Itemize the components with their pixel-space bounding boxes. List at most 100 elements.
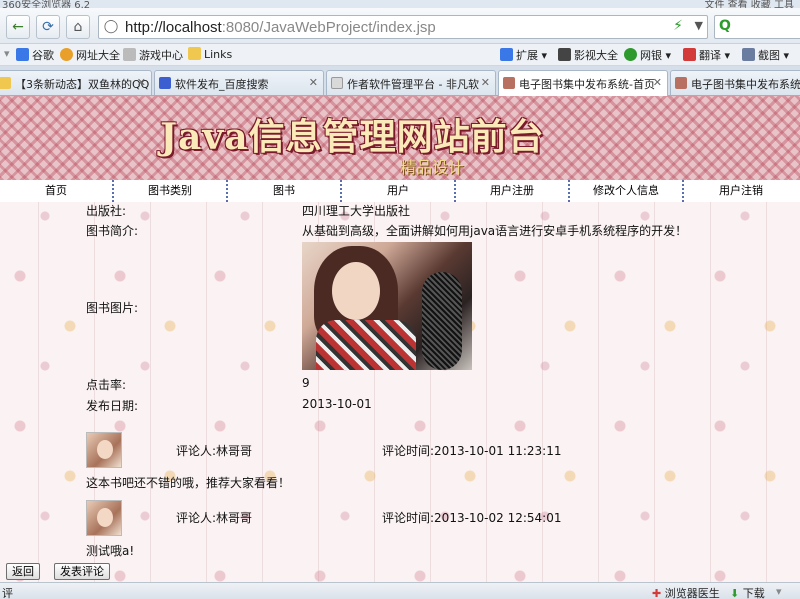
book-image <box>302 242 472 370</box>
clicks-label: 点击率: <box>86 378 127 392</box>
close-icon[interactable]: ✕ <box>653 76 662 89</box>
browser-menu[interactable]: 文件 查看 收藏 工具 <box>704 0 794 8</box>
gamepad-icon <box>123 48 136 61</box>
tab-qq-dynamics[interactable]: 【3条新动态】双鱼林的QQ ✕ <box>0 70 152 95</box>
home-icon[interactable]: ⌂ <box>66 15 90 39</box>
shield-icon: ◯ <box>103 19 119 34</box>
url-text[interactable]: http://localhost:8080/JavaWebProject/ind… <box>125 19 436 36</box>
menu-register[interactable]: 用户注册 <box>456 180 570 202</box>
intro-value: 从基础到高级，全面讲解如何用java语言进行安卓手机系统程序的开发！ <box>302 224 688 238</box>
menu-home[interactable]: 首页 <box>0 180 114 202</box>
bookmark-google[interactable]: 谷歌 <box>16 47 54 63</box>
translate-icon <box>683 48 696 61</box>
lightning-icon[interactable]: ⚡ <box>673 18 683 34</box>
screenshot-button[interactable]: 截图 ▾ <box>742 47 789 63</box>
page-icon <box>331 77 343 89</box>
address-bar[interactable]: ◯ http://localhost:8080/JavaWebProject/i… <box>98 15 708 39</box>
menu-book-category[interactable]: 图书类别 <box>114 180 228 202</box>
google-icon <box>16 48 29 61</box>
post-comment-button[interactable]: 发表评论 <box>54 563 110 580</box>
publisher-value: 四川理工大学出版社 <box>302 204 411 218</box>
image-label: 图书图片: <box>86 301 139 315</box>
toolbar-label: 扩展 <box>516 49 538 62</box>
navigation-bar: ← ⟳ ⌂ ◯ http://localhost:8080/JavaWebPro… <box>0 8 800 44</box>
toolbar-label: 网银 <box>640 49 662 62</box>
tab-author-software[interactable]: 作者软件管理平台 - 非凡软 ✕ <box>326 70 496 95</box>
tab-ebook-home[interactable]: 电子图书集中发布系统-首页 ✕ <box>498 70 668 96</box>
status-label: 下载 <box>742 587 765 599</box>
qq-favicon-icon <box>0 77 11 89</box>
tab-label: 【3条新动态】双鱼林的QQ <box>15 78 150 91</box>
download-button[interactable]: ⬇ 下载 <box>730 585 765 599</box>
page-icon <box>675 77 687 89</box>
grid-icon <box>500 48 513 61</box>
toolbar-label: 截图 <box>758 49 780 62</box>
search-box[interactable]: Q <box>714 15 800 39</box>
image-detail <box>316 320 416 370</box>
extensions-button[interactable]: 扩展 ▾ <box>500 47 547 63</box>
close-icon[interactable]: ✕ <box>137 76 146 89</box>
refresh-icon[interactable]: ⟳ <box>36 15 60 39</box>
bookmark-game-center[interactable]: 游戏中心 <box>123 47 183 63</box>
image-detail <box>422 272 462 370</box>
publisher-label: 出版社: <box>86 204 127 218</box>
tab-baidu-search[interactable]: 软件发布_百度搜索 ✕ <box>154 70 324 95</box>
url-path: :8080/JavaWebProject/index.jsp <box>221 19 436 36</box>
shield-icon <box>624 48 637 61</box>
comment-time: 评论时间:2013-10-01 11:23:11 <box>382 444 562 458</box>
avatar <box>86 500 122 536</box>
comment-text: 测试哦a! <box>86 544 135 558</box>
tab-label: 软件发布_百度搜索 <box>175 78 269 91</box>
bookmarks-menu-icon[interactable]: ▾ <box>4 47 10 60</box>
back-button[interactable]: 返回 <box>6 563 40 580</box>
online-banking-button[interactable]: 网银 ▾ <box>624 47 671 63</box>
status-bar: 评 ✚ 浏览器医生 ⬇ 下载 ▾ <box>0 582 800 599</box>
tab-strip: 【3条新动态】双鱼林的QQ ✕ 软件发布_百度搜索 ✕ 作者软件管理平台 - 非… <box>0 66 800 96</box>
image-detail <box>332 262 380 320</box>
date-value: 2013-10-01 <box>302 397 372 411</box>
film-icon <box>558 48 571 61</box>
clicks-value: 9 <box>302 376 310 390</box>
browser-doctor-button[interactable]: ✚ 浏览器医生 <box>652 585 720 599</box>
bookmark-label: 网址大全 <box>76 49 120 62</box>
bookmark-links[interactable]: Links <box>188 47 232 61</box>
avatar-face <box>97 440 113 459</box>
tab-label: 电子图书集中发布系统-图 <box>691 78 800 91</box>
url-host: http://localhost <box>125 19 222 36</box>
translate-button[interactable]: 翻译 ▾ <box>683 47 730 63</box>
bookmark-url-directory[interactable]: 网址大全 <box>60 47 120 63</box>
date-label: 发布日期: <box>86 399 139 413</box>
window-title: 360安全浏览器 6.2 <box>2 0 91 8</box>
close-icon[interactable]: ✕ <box>481 76 490 89</box>
avatar <box>86 432 122 468</box>
menu-books[interactable]: 图书 <box>228 180 342 202</box>
folder-icon <box>188 47 201 60</box>
tab-label: 电子图书集中发布系统-首页 <box>519 78 655 91</box>
search-engine-icon[interactable]: Q <box>719 18 731 34</box>
video-button[interactable]: 影视大全 <box>558 47 618 63</box>
plus-icon: ✚ <box>652 587 662 599</box>
comment-time: 评论时间:2013-10-02 12:54:01 <box>382 511 562 525</box>
close-icon[interactable]: ✕ <box>309 76 318 89</box>
tab-label: 作者软件管理平台 - 非凡软 <box>347 78 479 91</box>
window-title-bar: 360安全浏览器 6.2 文件 查看 收藏 工具 <box>0 0 800 8</box>
menu-users[interactable]: 用户 <box>342 180 456 202</box>
bookmarks-bar: ▾ 谷歌 网址大全 游戏中心 Links 扩展 ▾ 影视大全 网银 ▾ 翻译 ▾… <box>0 44 800 66</box>
bookmark-label: 谷歌 <box>32 49 54 62</box>
baidu-paw-icon <box>159 77 171 89</box>
site-banner: Java信息管理网站前台 精品设计 <box>0 96 800 180</box>
comment-user: 评论人:林哥哥 <box>176 511 253 525</box>
menu-edit-profile[interactable]: 修改个人信息 <box>570 180 684 202</box>
page-icon <box>503 77 515 89</box>
site-menu: 首页 图书类别 图书 用户 用户注册 修改个人信息 用户注销 <box>0 180 800 202</box>
chevron-down-icon[interactable]: ▼ <box>695 19 703 32</box>
back-arrow-icon[interactable]: ← <box>6 15 30 39</box>
comment-user: 评论人:林哥哥 <box>176 444 253 458</box>
menu-logout[interactable]: 用户注销 <box>684 180 798 202</box>
bookmark-label: 游戏中心 <box>139 49 183 62</box>
status-text: 评 <box>2 587 13 599</box>
web-page: Java信息管理网站前台 精品设计 首页 图书类别 图书 用户 用户注册 修改个… <box>0 96 800 582</box>
chevron-down-icon[interactable]: ▾ <box>776 585 782 598</box>
tab-ebook-book[interactable]: 电子图书集中发布系统-图 <box>670 70 800 95</box>
intro-label: 图书简介: <box>86 224 139 238</box>
